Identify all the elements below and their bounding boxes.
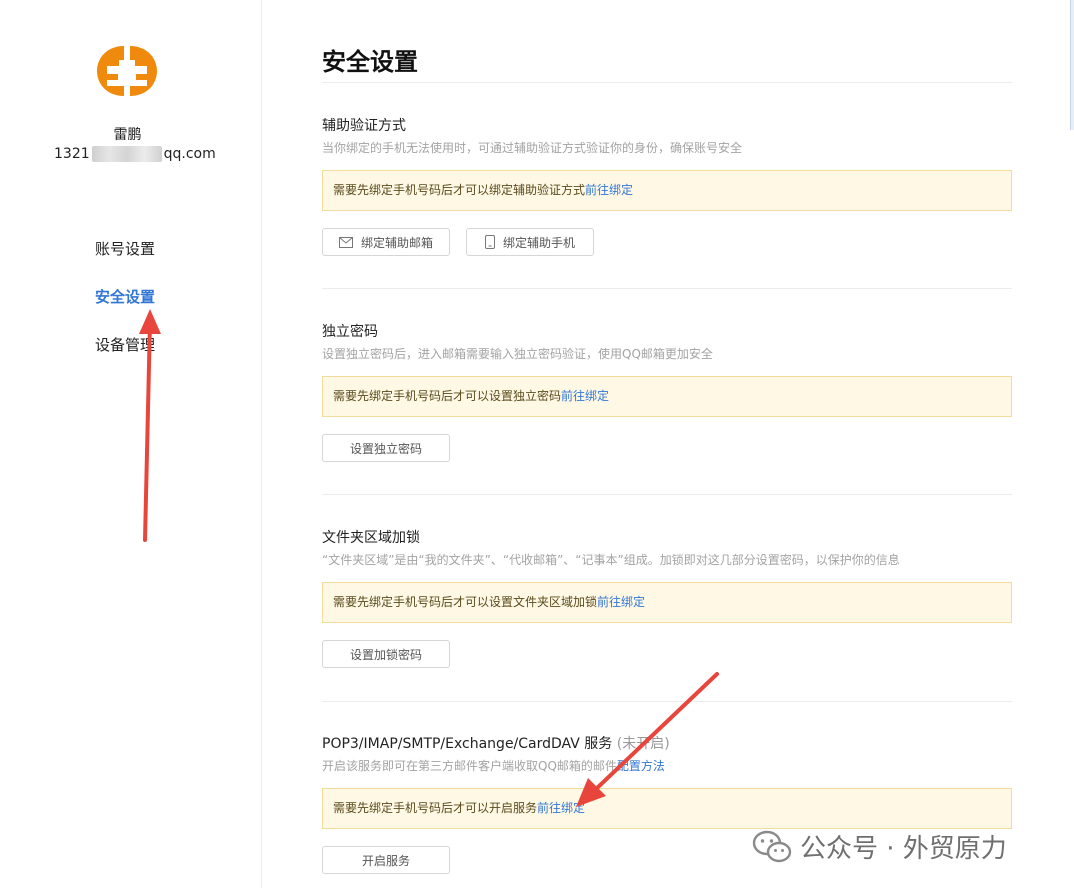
divider xyxy=(322,288,1012,289)
notice-text: 需要先绑定手机号码后才可以设置文件夹区域加锁 xyxy=(333,595,598,609)
page-title: 安全设置 xyxy=(322,48,418,76)
bind-phone-link[interactable]: 前往绑定 xyxy=(597,595,645,609)
button-row: 绑定辅助邮箱 绑定辅助手机 xyxy=(322,228,1012,256)
section-title: 文件夹区域加锁 xyxy=(322,530,420,546)
section-title: 辅助验证方式 xyxy=(322,118,406,134)
divider xyxy=(322,701,1012,702)
set-independent-password-button[interactable]: 设置独立密码 xyxy=(322,434,450,462)
sidebar-item-security[interactable]: 安全设置 xyxy=(95,286,155,334)
set-lock-password-button[interactable]: 设置加锁密码 xyxy=(322,640,450,668)
watermark-text: 公众号 · 外贸原力 xyxy=(800,834,1007,864)
user-email: 1321 qq.com xyxy=(54,146,216,162)
section-desc: “文件夹区域”是由“我的文件夹”、“代收邮箱”、“记事本”组成。加锁即对这几部分… xyxy=(322,553,900,567)
phone-icon xyxy=(484,235,495,249)
avatar[interactable] xyxy=(95,42,159,100)
sidebar-item-devices[interactable]: 设备管理 xyxy=(95,334,155,382)
scrollbar[interactable] xyxy=(1070,0,1074,130)
bind-aux-email-button[interactable]: 绑定辅助邮箱 xyxy=(322,228,450,256)
section-aux-verify: 辅助验证方式 当你绑定的手机无法使用时，可通过辅助验证方式验证你的身份，确保账号… xyxy=(322,116,1012,256)
mail-icon xyxy=(338,236,353,248)
pop3-title: POP3/IMAP/SMTP/Exchange/CardDAV 服务 xyxy=(322,736,613,752)
user-name: 雷鹏 xyxy=(113,127,142,143)
bind-phone-link[interactable]: 前往绑定 xyxy=(585,183,633,197)
bind-phone-link[interactable]: 前往绑定 xyxy=(537,801,585,815)
sidebar-item-account[interactable]: 账号设置 xyxy=(95,238,155,286)
user-email-prefix: 1321 xyxy=(54,146,90,162)
bind-aux-phone-button[interactable]: 绑定辅助手机 xyxy=(466,228,594,256)
notice-banner: 需要先绑定手机号码后才可以设置文件夹区域加锁前往绑定 xyxy=(322,582,1012,623)
section-folder-lock: 文件夹区域加锁 “文件夹区域”是由“我的文件夹”、“代收邮箱”、“记事本”组成。… xyxy=(322,528,1012,668)
section-independent-password: 独立密码 设置独立密码后，进入邮箱需要输入独立密码验证，使用QQ邮箱更加安全 需… xyxy=(322,322,1012,462)
section-desc: 开启该服务即可在第三方邮件客户端收取QQ邮箱的邮件配置方法 xyxy=(322,758,1012,774)
notice-text: 需要先绑定手机号码后才可以开启服务 xyxy=(333,801,538,815)
wechat-icon xyxy=(752,830,792,862)
divider xyxy=(322,82,1012,83)
button-row: 设置独立密码 xyxy=(322,434,1012,462)
sidebar-nav: 账号设置 安全设置 设备管理 xyxy=(95,238,155,382)
watermark: 公众号 · 外贸原力 xyxy=(752,828,1007,865)
notice-text: 需要先绑定手机号码后才可以设置独立密码 xyxy=(333,389,562,403)
button-row: 设置加锁密码 xyxy=(322,640,1012,668)
section-title: 独立密码 xyxy=(322,324,378,340)
sidebar: 雷鹏 1321 qq.com 账号设置 安全设置 设备管理 xyxy=(0,0,262,888)
pop3-desc: 开启该服务即可在第三方邮件客户端收取QQ邮箱的邮件 xyxy=(322,759,617,773)
button-label: 绑定辅助邮箱 xyxy=(360,235,433,250)
notice-banner: 需要先绑定手机号码后才可以设置独立密码前往绑定 xyxy=(322,376,1012,417)
notice-text: 需要先绑定手机号码后才可以绑定辅助验证方式 xyxy=(333,183,586,197)
section-desc: 当你绑定的手机无法使用时，可通过辅助验证方式验证你的身份，确保账号安全 xyxy=(322,141,743,155)
pop3-status: (未开启) xyxy=(616,736,670,752)
notice-banner: 需要先绑定手机号码后才可以开启服务前往绑定 xyxy=(322,788,1012,829)
bind-phone-link[interactable]: 前往绑定 xyxy=(561,389,609,403)
config-method-link[interactable]: 配置方法 xyxy=(617,759,665,773)
notice-banner: 需要先绑定手机号码后才可以绑定辅助验证方式前往绑定 xyxy=(322,170,1012,211)
button-label: 绑定辅助手机 xyxy=(502,235,575,250)
section-title: POP3/IMAP/SMTP/Exchange/CardDAV 服务 (未开启) xyxy=(322,734,1012,754)
email-redaction xyxy=(91,146,162,162)
section-desc: 设置独立密码后，进入邮箱需要输入独立密码验证，使用QQ邮箱更加安全 xyxy=(322,347,713,361)
divider xyxy=(322,494,1012,495)
user-email-suffix: qq.com xyxy=(163,146,216,162)
enable-service-button[interactable]: 开启服务 xyxy=(322,846,450,874)
